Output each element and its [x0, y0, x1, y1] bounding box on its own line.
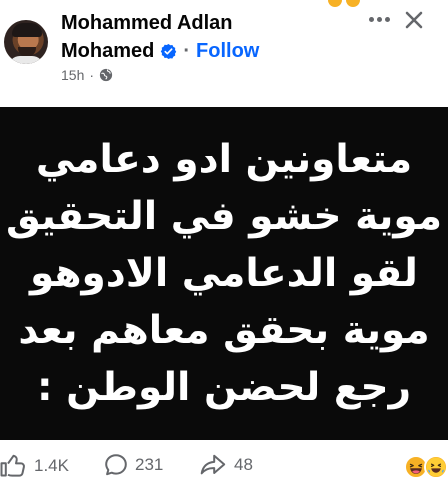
close-icon[interactable] — [404, 10, 424, 30]
author-name-line2[interactable]: Mohamed — [61, 40, 154, 63]
facebook-post: Mohammed Adlan Mohamed · Follow 15h · مت… — [0, 0, 448, 500]
comment-count: 231 — [135, 455, 164, 474]
reaction-summary[interactable] — [404, 455, 448, 481]
post-text-line: موية خشو في التحقيق — [5, 194, 443, 239]
verified-badge-icon — [161, 44, 177, 59]
share-count: 48 — [234, 455, 253, 474]
text-post-card: متعاونين ادو دعامي موية خشو في التحقيق ل… — [0, 107, 448, 440]
post-text: متعاونين ادو دعامي موية خشو في التحقيق ل… — [0, 131, 448, 416]
top-reaction-icon — [328, 0, 342, 7]
author-name-line1[interactable]: Mohammed Adlan — [61, 12, 233, 35]
top-reaction-icon — [346, 0, 360, 7]
laugh-reaction-icon — [424, 455, 448, 479]
share-button[interactable]: 48 — [199, 453, 253, 477]
author-name-line2-row: Mohamed · Follow — [61, 40, 259, 63]
post-text-line: لقو الدعامي الادوهو — [30, 251, 418, 296]
globe-icon — [99, 68, 113, 82]
more-options-icon[interactable] — [366, 9, 392, 29]
post-text-line: موية بحقق معاهم بعد — [18, 308, 430, 353]
comment-button[interactable]: 231 — [104, 453, 163, 477]
post-time[interactable]: 15h — [61, 67, 84, 83]
author-avatar[interactable] — [4, 20, 48, 64]
meta-separator: · — [89, 67, 95, 83]
like-button[interactable]: 1.4K — [0, 453, 69, 478]
post-text-line: متعاونين ادو دعامي — [35, 137, 413, 182]
post-actions: 1.4K 231 48 — [0, 447, 448, 500]
follow-button[interactable]: Follow — [196, 40, 259, 63]
name-separator: · — [183, 40, 191, 62]
share-icon — [200, 454, 226, 475]
like-count: 1.4K — [34, 455, 69, 475]
comment-icon — [105, 454, 127, 476]
post-text-line: رجع لحضن الوطن : — [36, 365, 412, 410]
post-meta: 15h · — [61, 67, 113, 83]
like-icon — [0, 454, 25, 477]
